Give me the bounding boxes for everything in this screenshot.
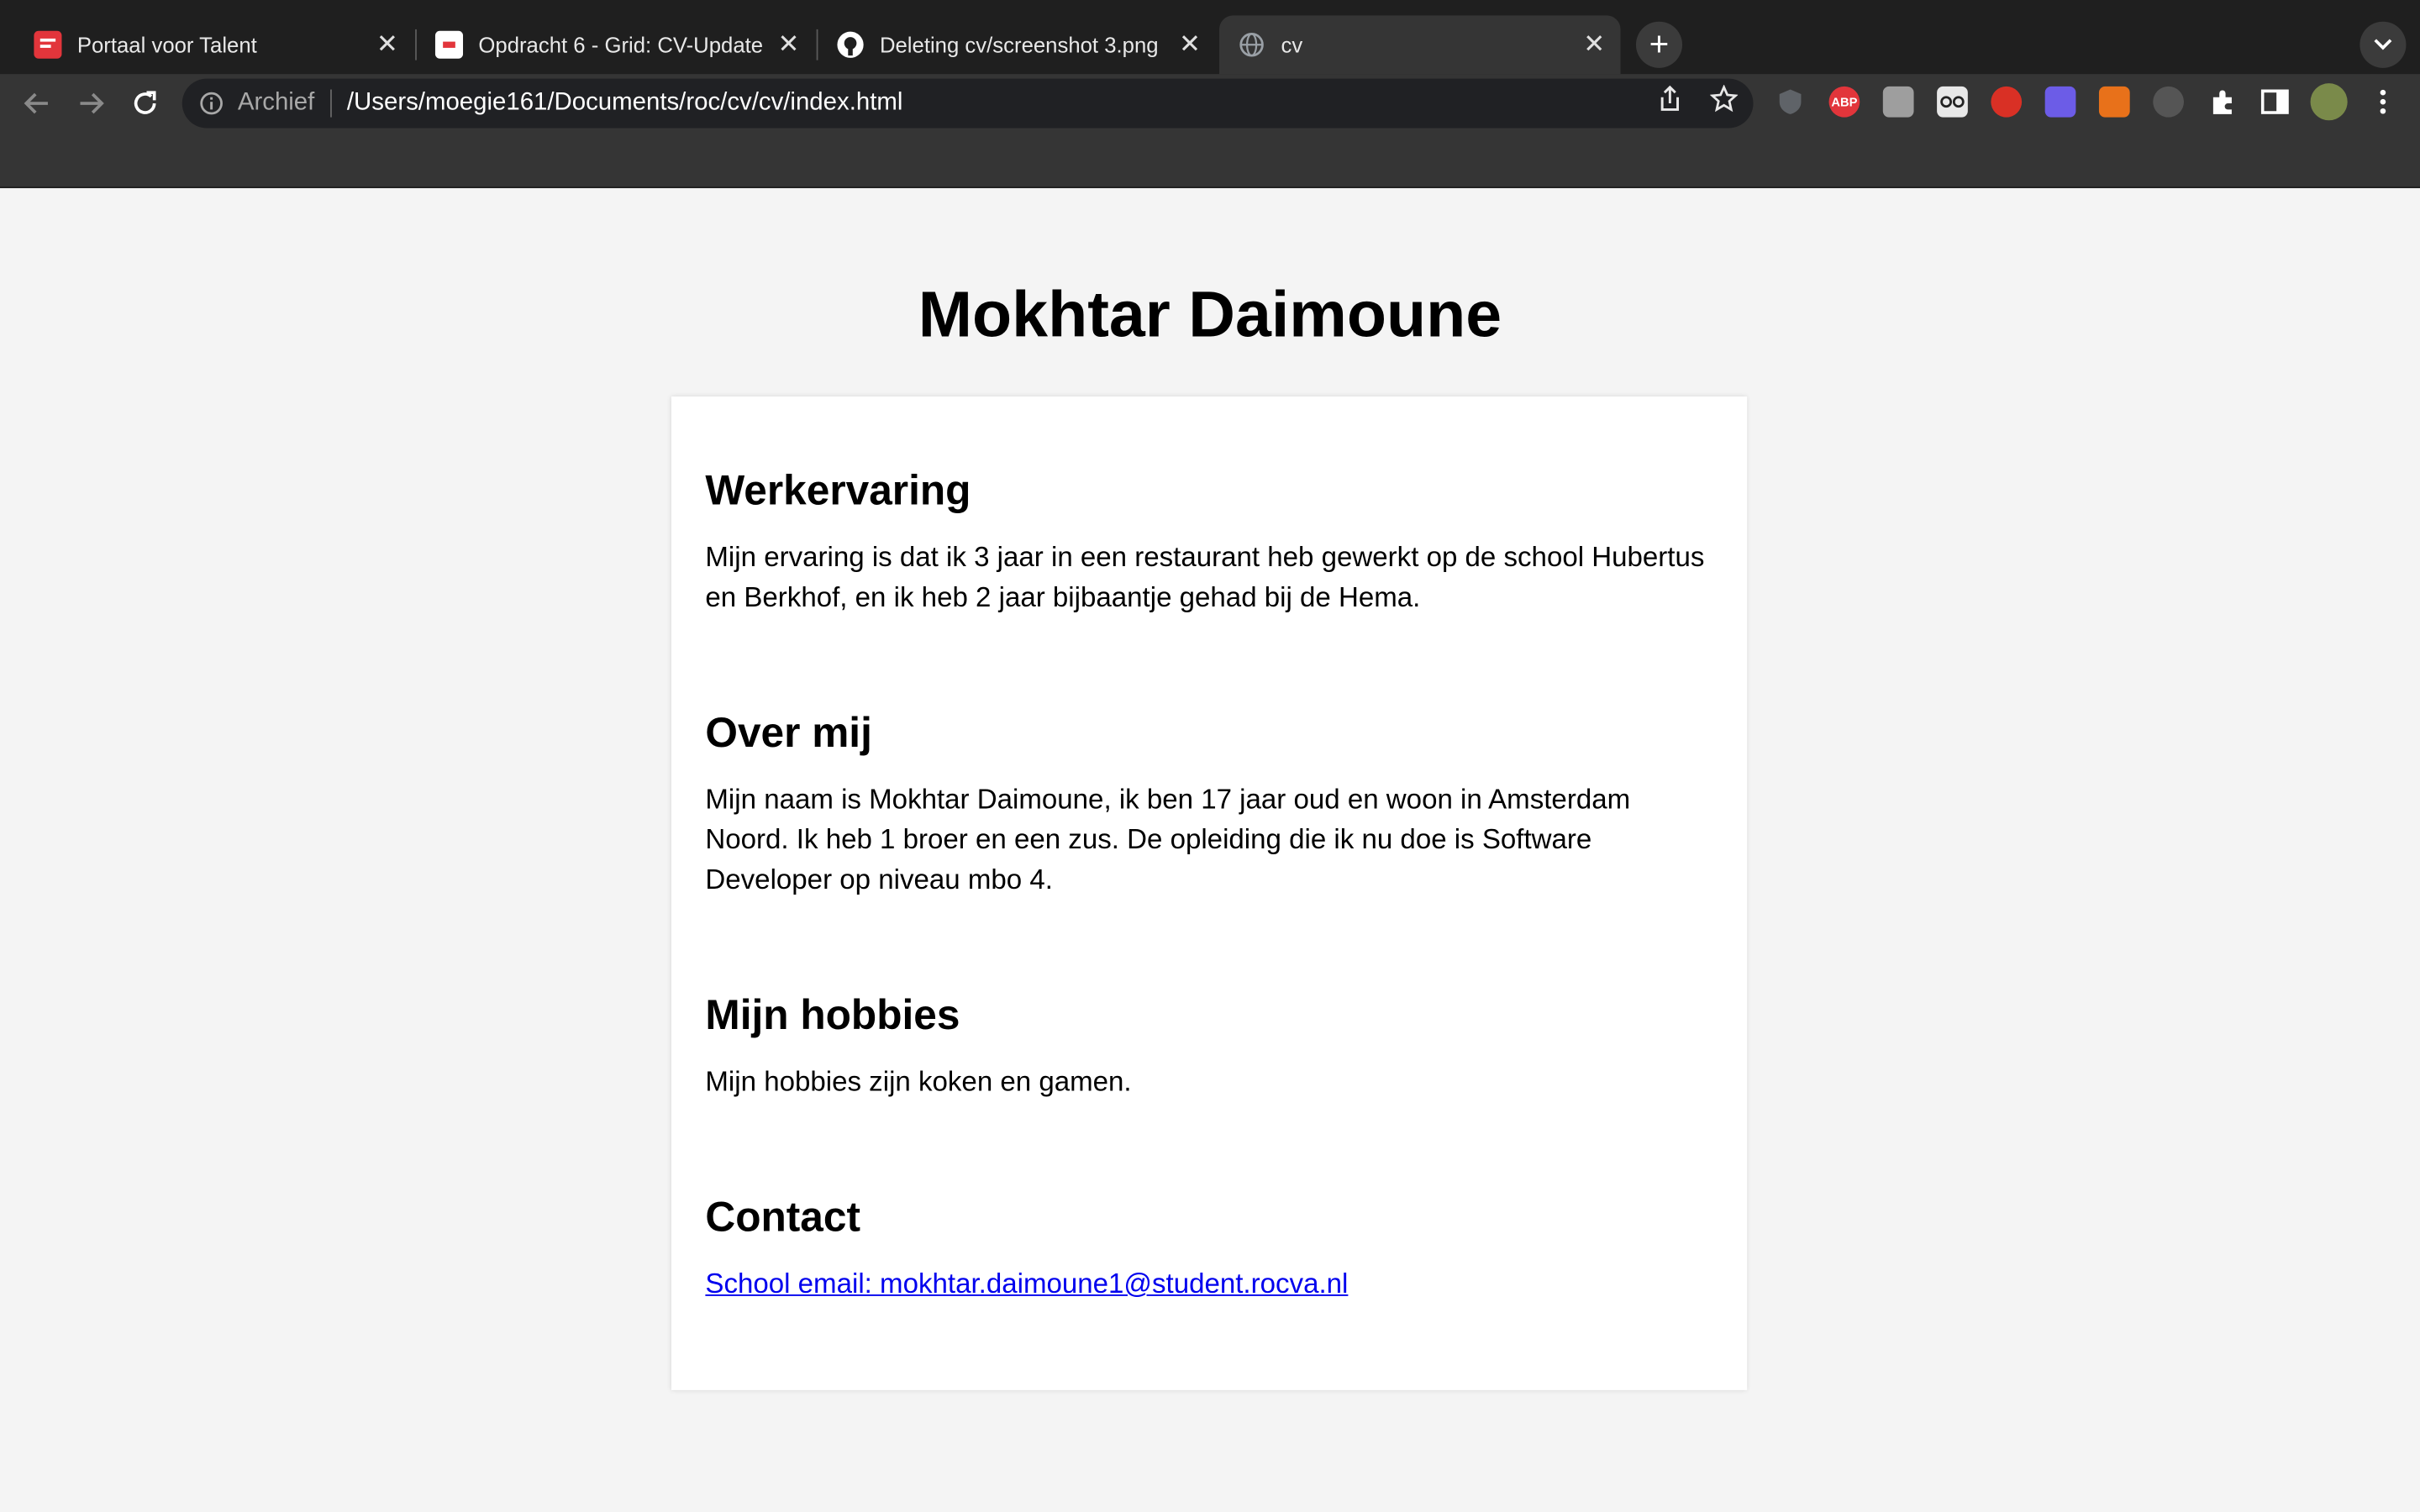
- share-icon[interactable]: [1655, 83, 1686, 114]
- tab-title: Opdracht 6 - Grid: CV-Update: [478, 32, 763, 57]
- puzzle-extensions-icon[interactable]: [2207, 87, 2238, 118]
- cv-card: Werkervaring Mijn ervaring is dat ik 3 j…: [671, 396, 1748, 1390]
- red-circle-extension-icon[interactable]: [1991, 86, 2023, 118]
- github-icon: [837, 31, 865, 59]
- avatar[interactable]: [2310, 83, 2348, 121]
- page-title: Mokhtar Daimoune: [918, 277, 1502, 350]
- new-tab-button[interactable]: +: [1635, 21, 1683, 68]
- address-chip: Archief: [238, 89, 332, 118]
- section-hobbies: Mijn hobbies Mijn hobbies zijn koken en …: [705, 992, 1716, 1101]
- chevron-down-icon: [2374, 39, 2392, 50]
- email-link[interactable]: School email: mokhtar.daimoune1@student.…: [705, 1268, 1348, 1299]
- section-body: Mijn naam is Mokhtar Daimoune, ik ben 17…: [705, 784, 1631, 895]
- close-tab-icon[interactable]: ✕: [371, 28, 404, 61]
- bookmark-star-icon[interactable]: [1708, 83, 1739, 114]
- tab-strip: Portaal voor Talent ✕ Opdracht 6 - Grid:…: [0, 0, 2420, 75]
- close-tab-icon[interactable]: ✕: [1173, 28, 1207, 61]
- section-over-mij: Over mij Mijn naam is Mokhtar Daimoune, …: [705, 710, 1716, 900]
- glasses-extension-icon[interactable]: [1937, 86, 1968, 118]
- address-url[interactable]: /Users/moegie161/Documents/roc/cv/cv/ind…: [347, 90, 902, 118]
- tab-title: Deleting cv/screenshot 3.png a: [879, 32, 1164, 57]
- reload-icon: [134, 91, 156, 114]
- tab-title: cv: [1281, 32, 1303, 57]
- section-heading: Mijn hobbies: [705, 992, 960, 1039]
- side-panel-icon[interactable]: [2260, 87, 2291, 118]
- adblock-plus-icon[interactable]: ABP: [1828, 86, 1860, 118]
- browser-chrome: Portaal voor Talent ✕ Opdracht 6 - Grid:…: [0, 0, 2420, 189]
- tab-opdracht[interactable]: Opdracht 6 - Grid: CV-Update ✕: [417, 15, 815, 74]
- browser-toolbar: Archief /Users/moegie161/Documents/roc/c…: [0, 74, 2420, 133]
- portaal-favicon: [34, 30, 62, 59]
- shield-extension-icon[interactable]: [1775, 87, 1806, 118]
- orange-extension-icon[interactable]: [2098, 86, 2130, 118]
- reload-button[interactable]: [122, 81, 168, 127]
- more-menu-icon[interactable]: [2368, 87, 2399, 118]
- section-body: Mijn hobbies zijn koken en gamen.: [705, 1066, 1132, 1097]
- grey-extension-icon[interactable]: [1882, 86, 1914, 118]
- section-heading: Contact: [705, 1194, 860, 1241]
- arrow-right-icon: [80, 92, 104, 114]
- address-bar[interactable]: Archief /Users/moegie161/Documents/roc/c…: [182, 78, 1754, 129]
- close-tab-icon[interactable]: ✕: [771, 28, 805, 61]
- close-tab-icon[interactable]: ✕: [1577, 28, 1611, 61]
- back-button[interactable]: [14, 81, 60, 127]
- opdracht-favicon: [434, 30, 464, 59]
- section-heading: Werkervaring: [705, 467, 971, 514]
- section-werkervaring: Werkervaring Mijn ervaring is dat ik 3 j…: [705, 468, 1716, 617]
- robot-extension-icon[interactable]: [2153, 86, 2184, 118]
- arrow-left-icon: [24, 92, 48, 114]
- info-icon[interactable]: [199, 91, 224, 115]
- globe-icon: [1238, 31, 1265, 59]
- section-heading: Over mij: [705, 709, 872, 756]
- page-content: Mokhtar Daimoune Werkervaring Mijn ervar…: [0, 188, 2420, 1512]
- tab-search-button[interactable]: [2360, 21, 2407, 68]
- section-contact: Contact School email: mokhtar.daimoune1@…: [705, 1194, 1716, 1304]
- purple-extension-icon[interactable]: [2044, 86, 2076, 118]
- section-body: Mijn ervaring is dat ik 3 jaar in een re…: [705, 541, 1705, 613]
- forward-button[interactable]: [68, 81, 114, 127]
- tab-cv[interactable]: cv ✕: [1219, 15, 1621, 75]
- tab-github[interactable]: Deleting cv/screenshot 3.png a ✕: [818, 15, 1216, 74]
- tab-portaal[interactable]: Portaal voor Talent ✕: [15, 15, 413, 74]
- tab-title: Portaal voor Talent: [76, 32, 257, 57]
